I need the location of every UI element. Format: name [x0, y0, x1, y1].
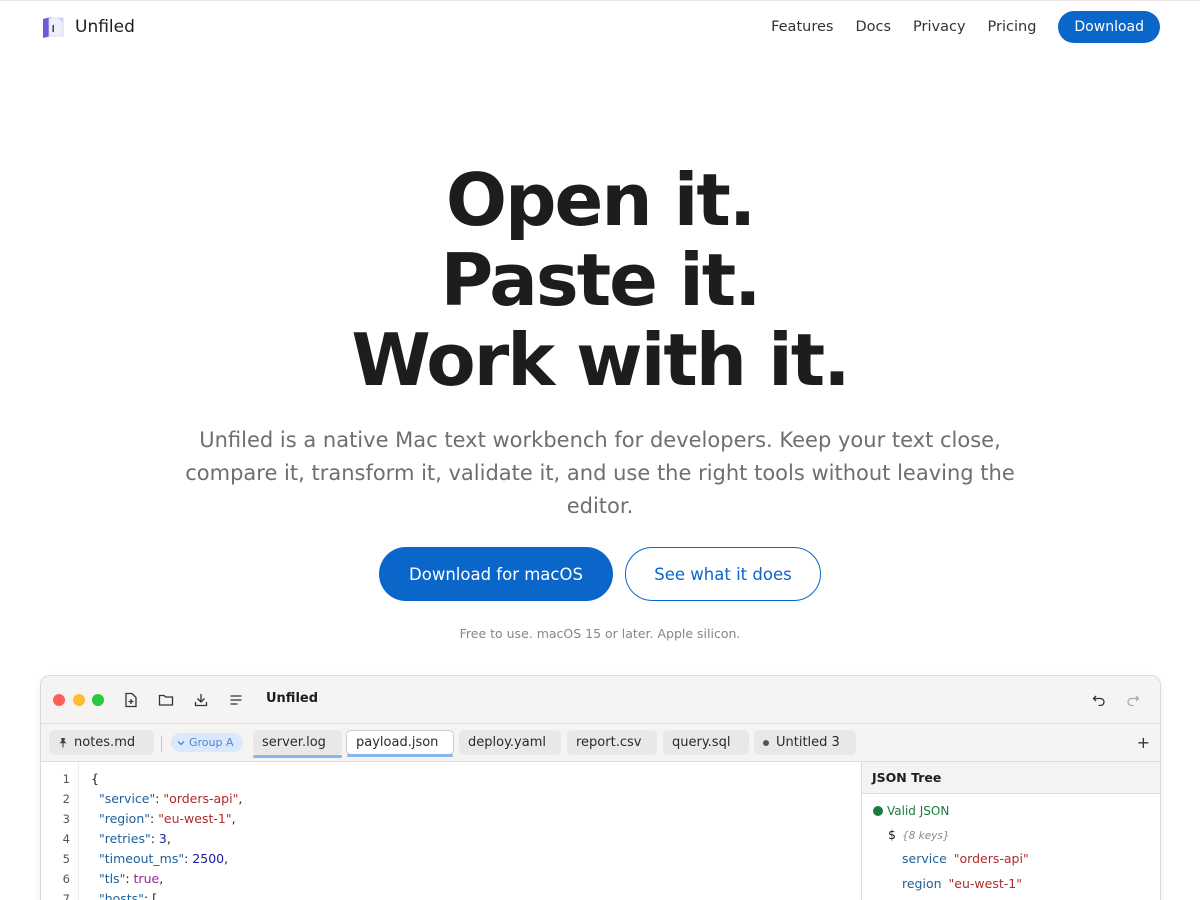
hero-title: Open it. Paste it. Work with it. [0, 160, 1200, 400]
validation-status: Valid JSON [873, 804, 949, 818]
tree-value: "eu-west-1" [948, 876, 1022, 891]
tree-root-symbol: $ [888, 827, 896, 842]
window-title: Unfiled [266, 691, 319, 706]
nav-link-features[interactable]: Features [771, 19, 833, 35]
line-number: 2 [62, 792, 70, 806]
line-number: 6 [62, 872, 70, 886]
tab-separator [161, 736, 162, 752]
line-number: 5 [62, 852, 70, 866]
list-icon[interactable] [227, 691, 245, 709]
tab-label: payload.json [356, 735, 439, 750]
line-number-gutter: 1 2 3 4 5 6 7 [41, 762, 79, 900]
code-line: "region": "eu-west-1", [98, 811, 236, 826]
tab-label: notes.md [74, 735, 136, 750]
validation-status-label: Valid JSON [887, 804, 950, 818]
code-line: "hosts": [ [98, 891, 158, 900]
redo-icon[interactable] [1124, 691, 1142, 709]
tree-root-meta: {8 keys} [901, 830, 950, 842]
code-line: "timeout_ms": 2500, [98, 851, 229, 866]
unfiled-logo-icon [43, 17, 64, 38]
code-line: "retries": 3, [98, 831, 171, 846]
hero-title-line-2: Paste it. [440, 238, 761, 322]
code-line: "tls": true, [98, 871, 164, 886]
tree-key: region [902, 876, 942, 891]
nav-links: Features Docs Privacy Pricing Download [771, 11, 1160, 43]
chevron-down-icon [177, 740, 185, 746]
folder-icon[interactable] [157, 691, 175, 709]
line-number: 1 [62, 772, 70, 786]
nav-link-docs[interactable]: Docs [855, 19, 891, 35]
hero-subtitle: Unfiled is a native Mac text workbench f… [185, 428, 1015, 518]
tab-server-log[interactable]: server.log [253, 730, 342, 758]
tab-bar: notes.md Group A server.log payload.json… [41, 724, 1160, 762]
tab-report-csv[interactable]: report.csv [567, 730, 657, 755]
tab-group-label: Group A [189, 736, 234, 749]
see-what-it-does-button[interactable]: See what it does [625, 547, 821, 601]
code-line: { [91, 771, 99, 786]
tab-query-sql[interactable]: query.sql [663, 730, 749, 755]
nav-download-button[interactable]: Download [1058, 11, 1160, 43]
tab-notes-md[interactable]: notes.md [49, 730, 154, 755]
new-file-icon[interactable] [122, 691, 140, 709]
undo-icon[interactable] [1090, 691, 1108, 709]
window-titlebar: Unfiled [41, 676, 1160, 724]
tree-root[interactable]: $ {8 keys} [888, 827, 950, 842]
download-macos-button[interactable]: Download for macOS [379, 547, 613, 601]
hero-title-line-3: Work with it. [351, 318, 850, 402]
brand-name: Unfiled [75, 17, 135, 37]
line-number: 3 [62, 812, 70, 826]
app-window-preview: Unfiled notes.md Group A server.log payl… [40, 675, 1161, 900]
json-tree-panel: JSON Tree Valid JSON $ {8 keys} service "o… [861, 762, 1160, 900]
code-editor[interactable]: 1 2 3 4 5 6 7 { "service": "orders-api",… [41, 762, 861, 900]
download-icon[interactable] [192, 691, 210, 709]
tab-untitled-3[interactable]: Untitled 3 [754, 730, 856, 755]
line-number: 7 [62, 892, 70, 900]
minimize-window-button[interactable] [73, 694, 85, 706]
tab-group-chip[interactable]: Group A [171, 733, 243, 752]
brand[interactable]: Unfiled [40, 14, 135, 40]
line-number: 4 [62, 832, 70, 846]
tree-row[interactable]: region "eu-west-1" [902, 876, 1022, 891]
nav-link-pricing[interactable]: Pricing [988, 19, 1037, 35]
tab-label: query.sql [672, 735, 731, 750]
pin-icon [58, 737, 68, 748]
hero-title-line-1: Open it. [445, 158, 756, 242]
tab-label: Untitled 3 [776, 735, 840, 750]
tab-payload-json[interactable]: payload.json [346, 730, 454, 757]
json-tree-title: JSON Tree [862, 762, 1160, 794]
fine-print: Free to use. macOS 15 or later. Apple si… [459, 626, 741, 641]
group-indicator [347, 754, 453, 757]
add-tab-button[interactable]: + [1137, 733, 1150, 752]
zoom-window-button[interactable] [92, 694, 104, 706]
tab-label: report.csv [576, 735, 642, 750]
unsaved-dot-icon [763, 739, 769, 746]
tree-row[interactable]: service "orders-api" [902, 851, 1029, 866]
tree-value: "orders-api" [953, 851, 1029, 866]
tab-label: deploy.yaml [468, 735, 546, 750]
close-window-button[interactable] [53, 694, 65, 706]
valid-status-icon [873, 806, 883, 816]
tab-deploy-yaml[interactable]: deploy.yaml [459, 730, 561, 755]
tab-label: server.log [262, 735, 326, 750]
top-nav: Unfiled Features Docs Privacy Pricing Do… [0, 0, 1200, 52]
tree-key: service [902, 851, 947, 866]
nav-link-privacy[interactable]: Privacy [913, 19, 966, 35]
group-indicator [253, 755, 342, 758]
code-line: "service": "orders-api", [98, 791, 243, 806]
